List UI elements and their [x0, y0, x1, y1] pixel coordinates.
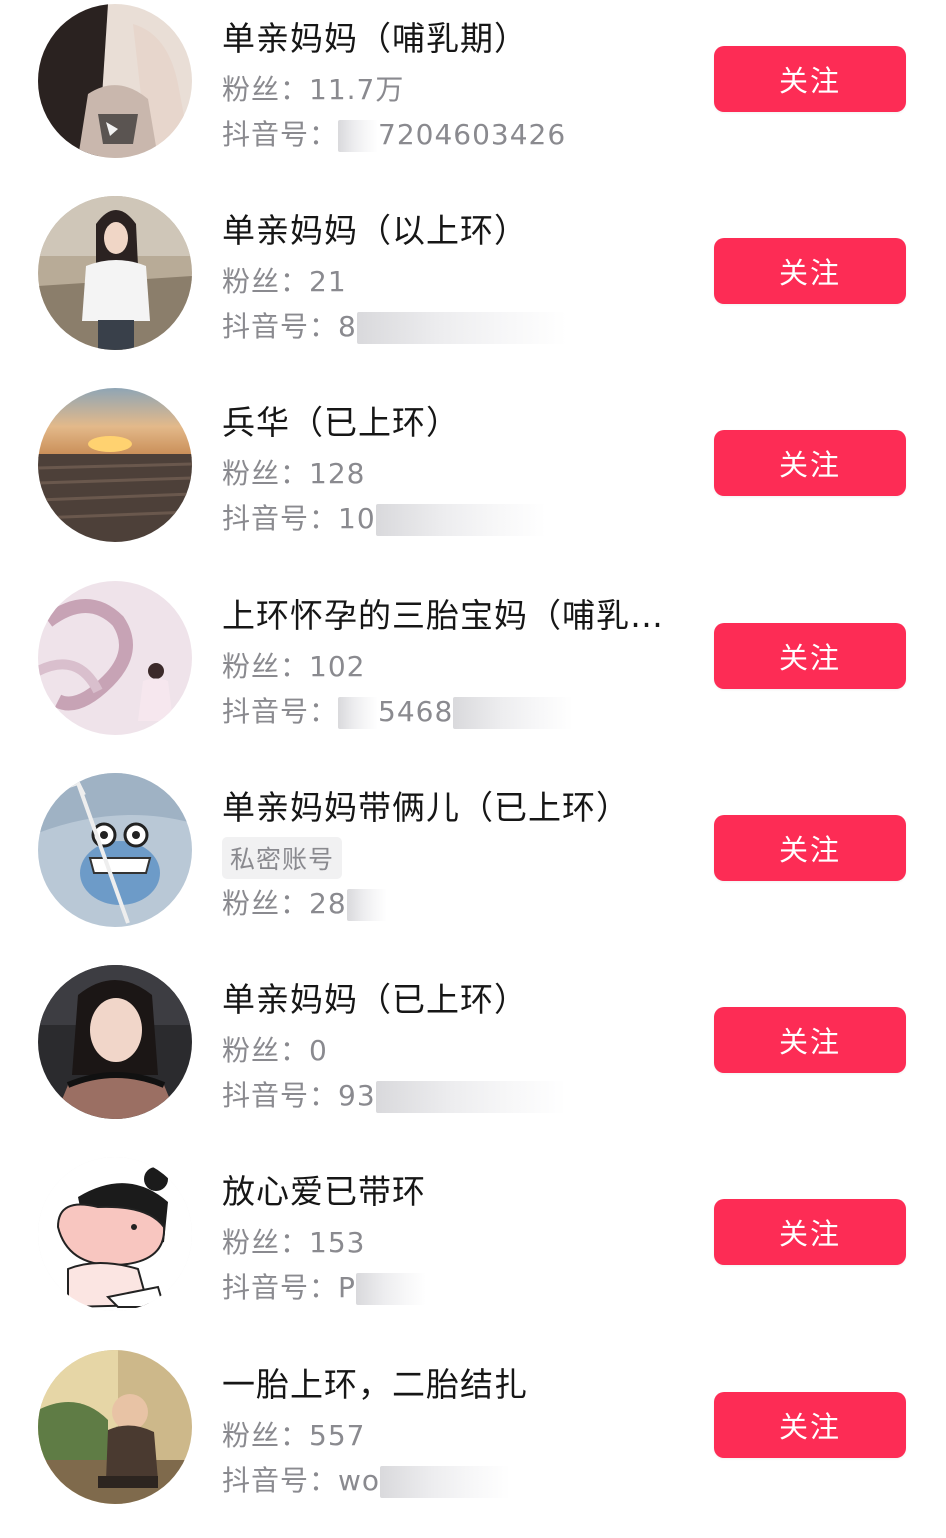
follow-button[interactable]: 关注 — [714, 623, 906, 689]
cartoon-baby-avatar[interactable] — [38, 1157, 192, 1311]
sunset-field-avatar[interactable] — [38, 388, 192, 542]
douyin-id: 抖音号：wo — [222, 1459, 511, 1499]
fans-count: 粉丝：153 — [222, 1226, 366, 1259]
follow-button[interactable]: 关注 — [714, 1007, 906, 1073]
fans-count: 粉丝：102 — [222, 650, 366, 683]
douyin-id: 抖音号： 7204603426 — [222, 118, 567, 152]
account-row[interactable]: 单亲妈妈（已上环） 粉丝：0 抖音号：93 关注 — [0, 961, 946, 1153]
follow-button[interactable]: 关注 — [714, 815, 906, 881]
account-name: 兵华（已上环） — [222, 403, 460, 442]
fans-count: 粉丝：557 — [222, 1419, 366, 1452]
private-account-badge: 私密账号 — [222, 837, 343, 879]
fans-count: 粉丝：11.7万 — [222, 73, 405, 106]
fans-count: 粉丝：28 — [222, 882, 387, 922]
account-row[interactable]: 放心爱已带环 粉丝：153 抖音号：P 关注 — [0, 1153, 946, 1345]
woman-long-hair-avatar[interactable] — [38, 4, 192, 158]
woman-white-tshirt-avatar[interactable] — [38, 196, 192, 350]
baby-outdoor-avatar[interactable] — [38, 1350, 192, 1504]
account-row[interactable]: 单亲妈妈带俩儿（已上环） 私密账号 粉丝：28 关注 — [0, 769, 946, 961]
cartoon-frog-avatar[interactable] — [38, 773, 192, 927]
account-row[interactable]: 上环怀孕的三胎宝妈（哺乳… 粉丝：102 抖音号： 5468 关注 — [0, 577, 946, 769]
fans-count: 粉丝：21 — [222, 265, 347, 298]
account-name: 一胎上环，二胎结扎 — [222, 1365, 528, 1404]
follow-button[interactable]: 关注 — [714, 1199, 906, 1265]
follow-button[interactable]: 关注 — [714, 430, 906, 496]
douyin-id: 抖音号：93 — [222, 1074, 566, 1114]
fans-count: 粉丝：128 — [222, 457, 366, 490]
account-name: 单亲妈妈（哺乳期） — [222, 19, 528, 58]
account-name: 单亲妈妈（已上环） — [222, 980, 528, 1019]
account-row[interactable]: 一胎上环，二胎结扎 粉丝：557 抖音号：wo 关注 — [0, 1346, 946, 1538]
account-row[interactable]: 兵华（已上环） 粉丝：128 抖音号：10 关注 — [0, 384, 946, 576]
dragon-fairy-avatar[interactable] — [38, 581, 192, 735]
follow-button[interactable]: 关注 — [714, 238, 906, 304]
woman-car-selfie-avatar[interactable] — [38, 965, 192, 1119]
account-name: 上环怀孕的三胎宝妈（哺乳… — [222, 596, 664, 635]
follow-button[interactable]: 关注 — [714, 1392, 906, 1458]
account-name: 单亲妈妈带俩儿（已上环） — [222, 788, 630, 827]
account-row[interactable]: 单亲妈妈（以上环） 粉丝：21 抖音号：8 关注 — [0, 192, 946, 384]
account-name: 单亲妈妈（以上环） — [222, 211, 528, 250]
account-name: 放心爱已带环 — [222, 1172, 426, 1211]
douyin-id: 抖音号：10 — [222, 497, 546, 537]
fans-count: 粉丝：0 — [222, 1034, 328, 1067]
account-row[interactable]: 单亲妈妈（哺乳期） 粉丝：11.7万 抖音号： 7204603426 关注 — [0, 0, 946, 192]
follow-button[interactable]: 关注 — [714, 46, 906, 112]
douyin-id: 抖音号：8 — [222, 305, 567, 345]
douyin-id: 抖音号： 5468 — [222, 690, 574, 730]
douyin-id: 抖音号：P — [222, 1266, 426, 1306]
